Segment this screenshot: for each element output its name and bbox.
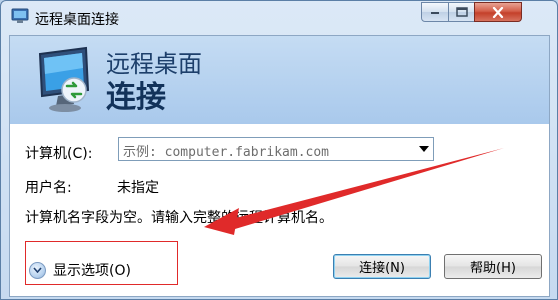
chevron-down-icon[interactable]	[29, 261, 46, 279]
computer-combobox[interactable]: 示例: computer.fabrikam.com	[118, 137, 434, 161]
remote-desktop-app-icon	[11, 8, 29, 23]
minimize-icon	[431, 12, 439, 14]
dialog-header: 远程桌面 连接	[10, 36, 549, 124]
computer-label: 计算机(C):	[25, 146, 93, 162]
help-button[interactable]: 帮助(H)	[444, 254, 542, 279]
header-title-line2: 连接	[106, 80, 166, 115]
show-options-label[interactable]: 显示选项(O)	[53, 260, 131, 280]
dialog-client-area: 远程桌面 连接 计算机(C): 示例: computer.fabrikam.co…	[9, 35, 550, 297]
minimize-button[interactable]	[421, 2, 449, 22]
show-options-toggle[interactable]: 显示选项(O)	[29, 260, 131, 280]
dropdown-arrow-icon[interactable]	[419, 146, 429, 152]
maximize-icon	[455, 7, 468, 17]
window-title: 远程桌面连接	[35, 12, 119, 28]
rdp-window: 远程桌面连接 远程桌面 连接 计算机(C): 示例: computer.fabr…	[0, 0, 558, 300]
title-bar[interactable]: 远程桌面连接	[1, 1, 557, 35]
validation-message: 计算机名字段为空。请输入完整的远程计算机名。	[25, 210, 333, 226]
connect-button[interactable]: 连接(N)	[333, 254, 431, 279]
close-button[interactable]	[474, 2, 522, 22]
username-label: 用户名:	[25, 180, 72, 196]
maximize-button[interactable]	[448, 2, 475, 22]
remote-desktop-monitor-icon	[38, 46, 90, 112]
close-icon	[492, 6, 504, 18]
username-value: 未指定	[117, 180, 159, 196]
computer-input-placeholder[interactable]: 示例: computer.fabrikam.com	[123, 141, 329, 160]
